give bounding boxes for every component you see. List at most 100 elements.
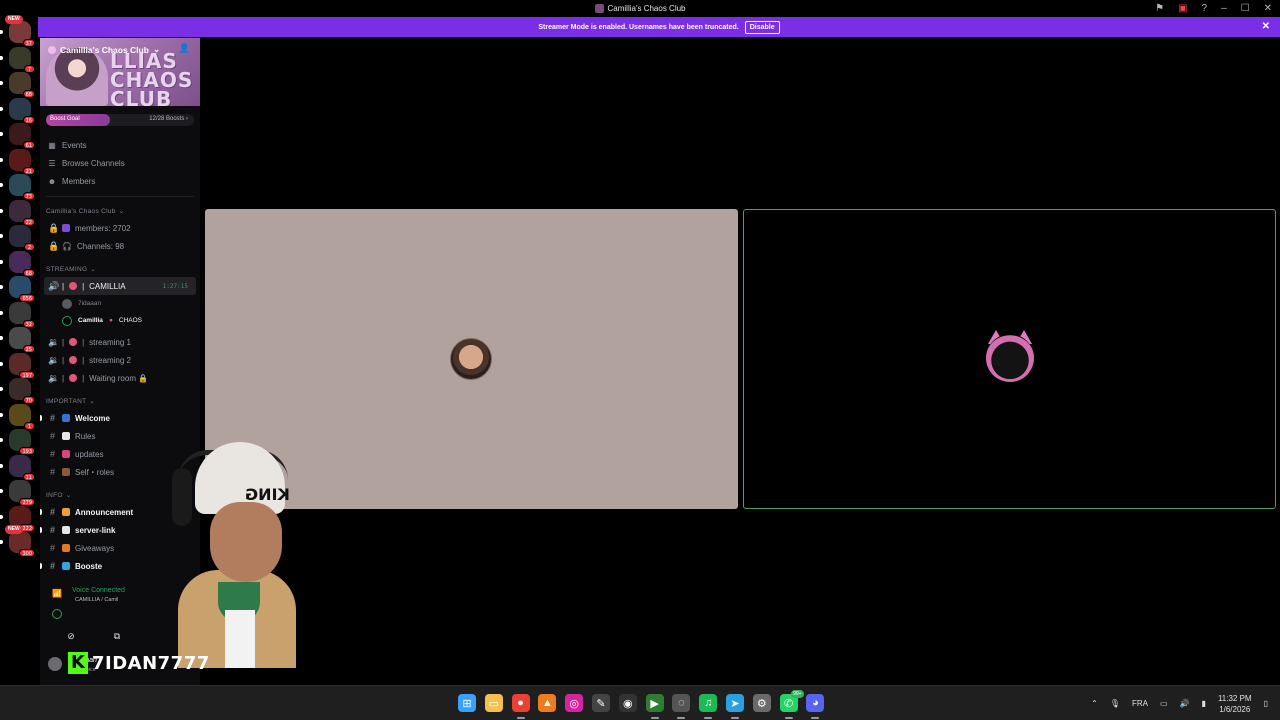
category-server[interactable]: Camillia's Chaos Club ⌄ xyxy=(40,203,200,219)
microphone-icon[interactable]: 🎙 xyxy=(1110,699,1120,708)
inbox-icon[interactable]: ⚑ xyxy=(1155,3,1164,14)
app-circle-icon[interactable]: ◌ xyxy=(672,694,691,712)
notification-badge: 99+ xyxy=(791,690,804,698)
obs-icon[interactable]: ◉ xyxy=(618,694,637,712)
server-icon[interactable]: 16 xyxy=(9,97,35,124)
server-icon[interactable]: 279 xyxy=(9,480,35,506)
participant-avatar xyxy=(986,334,1034,382)
noise-suppression-icon[interactable] xyxy=(52,609,62,619)
server-icon[interactable]: 1 xyxy=(9,403,35,430)
language-indicator[interactable]: FRA xyxy=(1132,699,1148,708)
close-banner-icon[interactable]: ✕ xyxy=(1262,21,1270,32)
close-button[interactable]: ✕ xyxy=(1264,3,1272,14)
unread-pip xyxy=(0,412,3,417)
chrome-icon[interactable]: ● xyxy=(511,694,530,712)
mention-badge: 61 xyxy=(22,141,35,149)
settings-icon[interactable]: ⚙ xyxy=(752,694,771,712)
server-icon[interactable]: 11 xyxy=(9,454,35,481)
invite-icon[interactable]: 👤 xyxy=(179,43,190,54)
voice-channel[interactable]: 🔉 | | streaming 1 xyxy=(40,333,200,351)
server-icon[interactable]: 68 xyxy=(9,72,35,98)
mention-badge: 25 xyxy=(22,345,35,353)
lock-icon: 🔒 xyxy=(48,240,60,251)
app-dark-icon[interactable]: ✎ xyxy=(592,694,610,712)
menu-browse-channels[interactable]: ☰ Browse Channels xyxy=(40,154,200,172)
unread-pip xyxy=(0,336,3,340)
screen-share-icon[interactable]: ▣ xyxy=(1178,3,1187,14)
avatar xyxy=(62,315,72,326)
mention-badge: 279 xyxy=(19,498,35,506)
menu-events[interactable]: ▦ Events xyxy=(40,136,200,154)
running-indicator xyxy=(677,717,686,719)
server-icon[interactable]: 32 xyxy=(9,301,35,328)
mention-badge: 7 xyxy=(24,64,35,73)
windows-start-icon[interactable]: ⊞ xyxy=(458,694,476,712)
voice-channel[interactable]: 🔉 | | streaming 2 xyxy=(40,351,200,369)
unread-pip xyxy=(0,310,3,315)
boost-count: 12/28 Boosts › xyxy=(149,116,188,122)
server-icon[interactable]: 61 xyxy=(9,123,35,149)
minimize-button[interactable]: – xyxy=(1221,3,1227,14)
display-icon[interactable]: ▭ xyxy=(1160,699,1168,708)
instagram-icon[interactable]: ◎ xyxy=(565,694,584,712)
voice-user[interactable]: Camillia ● CHAOS xyxy=(40,312,200,329)
mention-badge: 1 xyxy=(24,421,35,430)
server-icon[interactable]: 70 xyxy=(9,378,35,404)
server-icon[interactable]: 193 xyxy=(9,429,35,455)
avatar[interactable] xyxy=(48,657,62,671)
file-explorer-icon[interactable]: ▭ xyxy=(484,694,503,712)
voice-channel-camillia[interactable]: 🔊 | | CAMILLIA 1:27:15 xyxy=(44,277,196,295)
maximize-button[interactable]: ☐ xyxy=(1241,3,1250,14)
unread-pip xyxy=(0,438,3,442)
server-banner[interactable]: LLIAS CHAOS CLUB Camillia's Chaos Club ⌄… xyxy=(40,38,200,106)
signal-icon[interactable]: 📶 xyxy=(52,589,62,598)
server-icon[interactable]: 656 xyxy=(9,276,35,302)
video-tile-user-2-speaking[interactable] xyxy=(743,209,1276,509)
category-important[interactable]: IMPORTANT ⌄ xyxy=(40,393,200,409)
channel-channels-stat[interactable]: 🔒 🎧 Channels: 98 xyxy=(40,237,200,255)
face xyxy=(210,502,282,582)
screen-share-icon[interactable]: ⧉ xyxy=(108,629,126,643)
channel-members-stat[interactable]: 🔒 members: 2702 xyxy=(40,219,200,237)
server-icon[interactable]: 25 xyxy=(9,327,35,353)
volume-icon[interactable]: 🔊 xyxy=(1180,699,1190,708)
server-icon[interactable]: 300 NEW xyxy=(5,525,35,557)
voice-channel[interactable]: 🔉 | | Waiting room 🔒 xyxy=(40,369,200,387)
disable-streamer-button[interactable]: Disable xyxy=(744,20,780,34)
clock[interactable]: 11:32 PM 1/6/2026 xyxy=(1218,693,1252,715)
video-off-icon[interactable]: ⊘ xyxy=(62,629,80,643)
unread-pip xyxy=(0,361,3,366)
server-icon[interactable]: 197 xyxy=(9,352,35,379)
help-icon[interactable]: ? xyxy=(1202,3,1208,14)
unread-pip xyxy=(0,234,3,238)
mention-badge: 73 xyxy=(22,192,35,200)
voice-connected-channel[interactable]: CAMILLIA / Camil xyxy=(75,597,118,603)
server-name[interactable]: Camillia's Chaos Club ⌄ xyxy=(48,44,160,55)
server-icon[interactable]: 2 xyxy=(9,225,35,251)
notification-icon[interactable]: ▯ xyxy=(1264,699,1268,708)
server-icon[interactable]: 37 NEW xyxy=(5,15,35,47)
server-icon[interactable]: 73 xyxy=(9,174,35,200)
spotify-icon[interactable]: ♫ xyxy=(699,694,718,712)
menu-members[interactable]: ☻ Members xyxy=(40,172,200,190)
mention-badge: 70 xyxy=(22,396,35,404)
server-icon[interactable]: 68 xyxy=(9,250,35,277)
telegram-icon[interactable]: ➤ xyxy=(726,694,744,712)
text-channel-welcome[interactable]: # Welcome xyxy=(40,409,200,427)
play-icon[interactable]: ▶ xyxy=(645,694,664,712)
server-icon[interactable]: 21 xyxy=(9,148,35,175)
whatsapp-icon[interactable]: ✆ 99+ xyxy=(779,690,804,712)
voice-connected-title[interactable]: Voice Connected xyxy=(72,587,125,594)
server-badge-icon xyxy=(48,45,56,54)
battery-icon[interactable]: ▮ xyxy=(1202,699,1206,708)
discord-icon[interactable]: ◕ xyxy=(806,694,825,712)
category-streaming[interactable]: STREAMING ⌄ xyxy=(40,261,200,277)
chevron-up-icon[interactable]: ⌃ xyxy=(1091,699,1098,708)
unread-pip xyxy=(0,132,3,136)
voice-user[interactable]: 7idaaan xyxy=(40,295,200,312)
app-orange-icon[interactable]: ▲ xyxy=(538,694,557,712)
boost-goal[interactable]: Boost Goal 12/28 Boosts › xyxy=(46,114,194,126)
unread-pip xyxy=(0,489,3,493)
server-icon[interactable]: 22 xyxy=(9,199,35,226)
server-icon[interactable]: 7 xyxy=(9,46,35,73)
